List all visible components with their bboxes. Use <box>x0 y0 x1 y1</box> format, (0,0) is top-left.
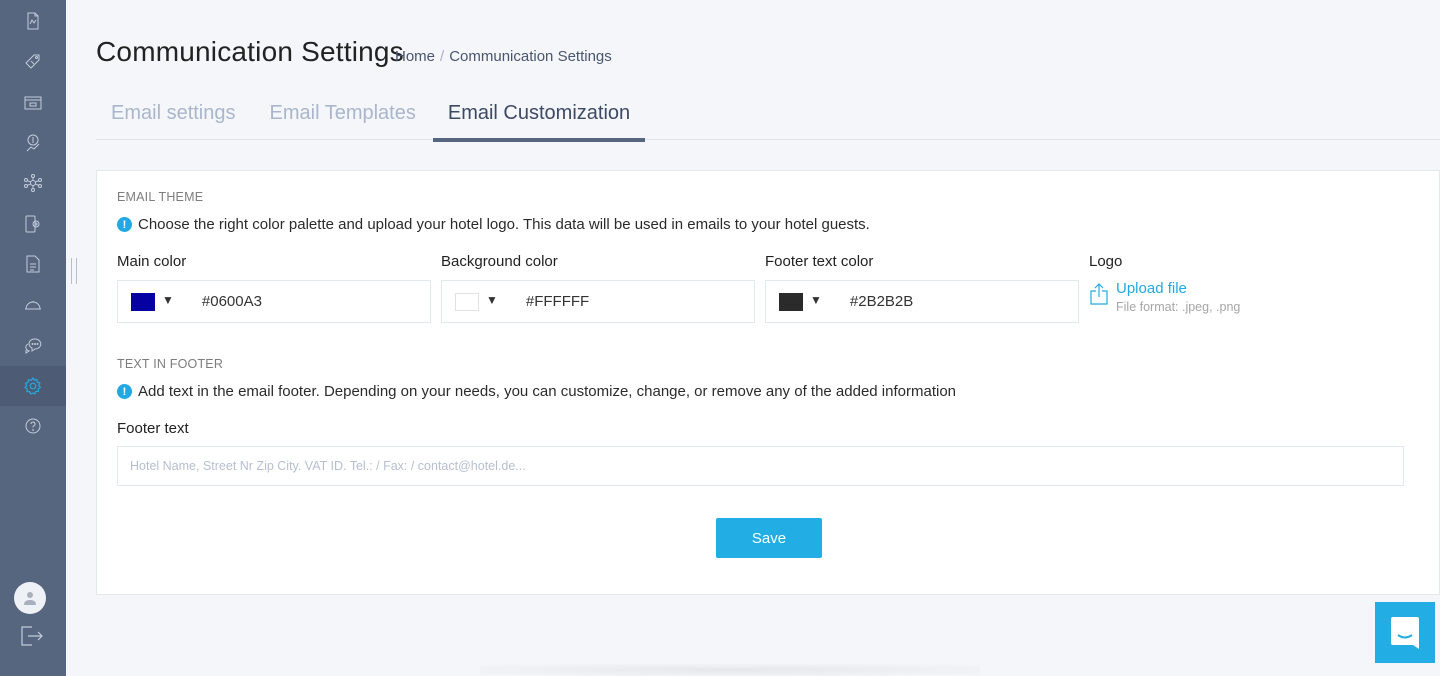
background-color-value[interactable]: #FFFFFF <box>526 293 589 310</box>
footer-text-color-picker[interactable]: ▼ #2B2B2B <box>765 280 1079 323</box>
tab-bar: Email settings Email Templates Email Cus… <box>96 96 1440 142</box>
footer-text-input[interactable] <box>117 446 1404 486</box>
report-icon <box>27 12 39 30</box>
logo-upload[interactable]: Upload file File format: .jpeg, .png <box>1090 280 1240 314</box>
chat-widget-button[interactable] <box>1375 602 1435 663</box>
sidebar-item-settings[interactable] <box>0 366 66 406</box>
chevron-down-icon[interactable]: ▼ <box>810 293 822 307</box>
sidebar-item-documents[interactable] <box>0 244 66 284</box>
revenue-growth-icon <box>26 134 40 152</box>
upload-icon <box>1090 283 1108 305</box>
breadcrumb: Home / Communication Settings <box>395 48 612 65</box>
chat-bubbles-icon <box>25 338 42 354</box>
logout-button[interactable] <box>20 625 44 647</box>
main-color-value[interactable]: #0600A3 <box>202 293 262 310</box>
customization-card: EMAIL THEME ! Choose the right color pal… <box>96 170 1440 595</box>
help-icon <box>25 418 41 434</box>
email-theme-section-label: EMAIL THEME <box>117 190 204 204</box>
breadcrumb-current: Communication Settings <box>449 48 612 65</box>
chat-icon <box>1391 616 1419 649</box>
footer-text-color-label: Footer text color <box>765 253 874 270</box>
email-theme-info-text: Choose the right color palette and uploa… <box>138 216 870 233</box>
logout-icon <box>21 626 43 646</box>
sidebar-item-booking-engine[interactable] <box>0 204 66 244</box>
mobile-settings-icon <box>25 215 40 233</box>
save-button[interactable]: Save <box>716 518 822 558</box>
footer-text-label: Footer text <box>117 420 189 437</box>
tab-email-templates[interactable]: Email Templates <box>255 96 431 140</box>
sidebar-item-reports[interactable] <box>0 1 66 41</box>
footer-info-text: Add text in the email footer. Depending … <box>138 383 956 400</box>
gear-icon <box>24 376 42 395</box>
sidebar-item-communication[interactable] <box>0 325 66 365</box>
main-color-label: Main color <box>117 253 187 270</box>
sidebar-item-help[interactable] <box>0 406 66 446</box>
price-tag-icon <box>25 54 40 69</box>
info-icon: ! <box>117 384 132 399</box>
sidebar <box>0 0 66 676</box>
breadcrumb-separator: / <box>440 48 445 65</box>
sidebar-item-revenue[interactable] <box>0 123 66 163</box>
background-color-label: Background color <box>441 253 558 270</box>
footer-section-label: TEXT IN FOOTER <box>117 357 224 371</box>
sidebar-resize-handle[interactable] <box>71 258 77 284</box>
footer-text-color-value[interactable]: #2B2B2B <box>850 293 913 310</box>
file-format-hint: File format: .jpeg, .png <box>1116 300 1241 314</box>
sidebar-item-services[interactable] <box>0 285 66 325</box>
network-icon <box>24 174 42 192</box>
bottom-shadow <box>480 664 980 676</box>
page-title: Communication Settings <box>96 36 404 67</box>
chevron-down-icon[interactable]: ▼ <box>162 293 174 307</box>
sidebar-item-inventory[interactable] <box>0 83 66 123</box>
breadcrumb-home[interactable]: Home <box>395 48 435 65</box>
footer-text-color-swatch[interactable] <box>779 292 803 311</box>
tab-email-customization[interactable]: Email Customization <box>432 96 646 142</box>
footer-info: ! Add text in the email footer. Dependin… <box>117 383 956 400</box>
main-color-picker[interactable]: ▼ #0600A3 <box>117 280 431 323</box>
main-color-swatch[interactable] <box>131 292 155 311</box>
document-icon <box>26 255 40 273</box>
background-color-swatch[interactable] <box>455 292 479 311</box>
email-theme-info: ! Choose the right color palette and upl… <box>117 216 870 233</box>
sidebar-item-rates[interactable] <box>0 42 66 82</box>
sidebar-item-channels[interactable] <box>0 163 66 203</box>
background-color-picker[interactable]: ▼ #FFFFFF <box>441 280 755 323</box>
upload-file-link[interactable]: Upload file <box>1116 280 1240 297</box>
calendar-window-icon <box>24 96 42 110</box>
user-icon <box>24 592 36 605</box>
chevron-down-icon[interactable]: ▼ <box>486 293 498 307</box>
service-bell-icon <box>25 301 41 310</box>
tab-email-settings[interactable]: Email settings <box>96 96 251 140</box>
avatar[interactable] <box>14 582 46 614</box>
info-icon: ! <box>117 217 132 232</box>
logo-label: Logo <box>1089 253 1123 270</box>
